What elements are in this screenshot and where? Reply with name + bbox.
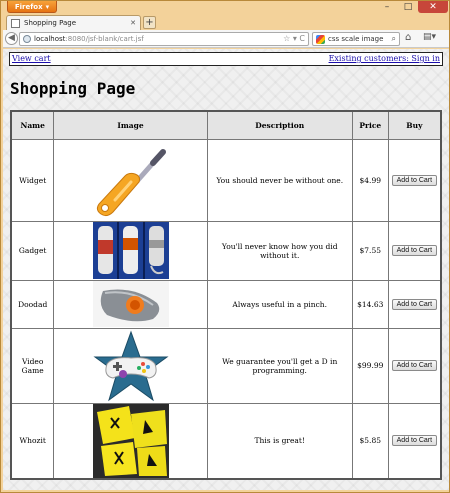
globe-icon (23, 35, 31, 43)
sign-in-link[interactable]: Existing customers: Sign in (329, 54, 440, 63)
table-row: Widget You should never be without one. … (10, 138, 442, 222)
product-name: Gadget (10, 220, 55, 281)
firefox-menu-label: Firefox (14, 2, 43, 11)
buy-cell: Add to Cart (387, 220, 442, 281)
tab-label: Shopping Page (24, 19, 77, 27)
search-icon[interactable]: ⌕ (392, 34, 396, 44)
table-row: Whozit This is great! $5.85 Add to Cart (10, 402, 442, 480)
url-host: localhost (34, 35, 66, 43)
add-to-cart-button[interactable]: Add to Cart (391, 435, 438, 447)
product-image-cell (53, 138, 208, 222)
page-title: Shopping Page (10, 79, 136, 98)
table-row: Gadget You'll never know how you did wit… (10, 220, 442, 281)
header-image: Image (53, 110, 208, 140)
header-buy: Buy (387, 110, 442, 140)
url-path: :8080/jsf-blank/cart.jsf (65, 35, 144, 43)
product-description: Always useful in a pinch. (206, 279, 353, 329)
chevron-down-icon: ▾ (45, 2, 50, 11)
table-header-row: Name Image Description Price Buy (10, 110, 442, 140)
product-price: $4.99 (351, 138, 389, 222)
product-image-cell (53, 279, 208, 329)
doodad-device-image (92, 281, 169, 327)
navigation-bar: ◀ localhost:8080/jsf-blank/cart.jsf ☆ ▾ … (3, 30, 449, 48)
table-row: Video Game We guarantee you'll get a D i… (10, 327, 442, 404)
product-description: You'll never know how you did without it… (206, 220, 353, 281)
add-to-cart-button[interactable]: Add to Cart (391, 298, 438, 310)
buy-cell: Add to Cart (387, 138, 442, 222)
bookmark-star-icon[interactable]: ☆ (283, 34, 290, 43)
product-name: Whozit (10, 402, 55, 480)
add-to-cart-button[interactable]: Add to Cart (391, 245, 438, 256)
product-price: $14.63 (351, 279, 389, 329)
product-price: $7.55 (351, 220, 389, 281)
search-value: css scale image (328, 35, 384, 43)
tab-shopping-page[interactable]: Shopping Page ✕ (6, 15, 141, 30)
url-bar[interactable]: localhost:8080/jsf-blank/cart.jsf ☆ ▾ C (19, 32, 309, 46)
page-content: View cart Existing customers: Sign in Sh… (3, 49, 449, 490)
widget-screwdriver-image (96, 149, 166, 217)
product-description: This is great! (206, 402, 353, 480)
title-bar: Firefox ▾ – □ ✕ (1, 1, 450, 15)
whozit-signs-image (92, 403, 169, 478)
gadget-bottles-image (92, 222, 169, 279)
product-description: We guarantee you'll get a D in programmi… (206, 327, 353, 404)
add-to-cart-button[interactable]: Add to Cart (391, 174, 438, 186)
browser-window: Firefox ▾ – □ ✕ Shopping Page ✕ + ◀ loca… (0, 0, 450, 493)
video-game-star-image (92, 330, 169, 401)
new-tab-button[interactable]: + (143, 16, 156, 29)
table-row: Doodad Always useful in a pinch. $14.63 (10, 279, 442, 329)
tab-strip: Shopping Page ✕ + (1, 15, 450, 30)
view-cart-link[interactable]: View cart (12, 54, 51, 63)
header-name: Name (10, 110, 55, 140)
product-price: $99.99 (351, 327, 389, 404)
product-name: Widget (10, 138, 55, 222)
header-price: Price (351, 110, 389, 140)
reload-icon[interactable]: C (299, 34, 305, 43)
buy-cell: Add to Cart (387, 327, 442, 404)
close-tab-icon[interactable]: ✕ (130, 19, 136, 27)
product-price: $5.85 (351, 402, 389, 480)
bookmarks-menu-icon[interactable]: ▤▾ (423, 32, 436, 42)
header-description: Description (206, 110, 353, 140)
product-description: You should never be without one. (206, 138, 353, 222)
product-image-cell (53, 402, 208, 480)
google-engine-icon[interactable] (316, 34, 325, 44)
minimize-button[interactable]: – (376, 1, 398, 13)
firefox-menu-button[interactable]: Firefox ▾ (7, 1, 57, 13)
page-favicon-icon (11, 18, 20, 28)
buy-cell: Add to Cart (387, 279, 442, 329)
product-name: Doodad (10, 279, 55, 329)
search-bar[interactable]: css scale image ⌕ (312, 32, 400, 46)
top-link-bar: View cart Existing customers: Sign in (9, 52, 443, 66)
maximize-button[interactable]: □ (398, 1, 418, 13)
close-window-button[interactable]: ✕ (418, 1, 448, 13)
product-table: Name Image Description Price Buy Widget (10, 110, 442, 480)
product-image-cell (53, 327, 208, 404)
product-name: Video Game (10, 327, 55, 404)
back-button[interactable]: ◀ (5, 32, 18, 45)
dropdown-arrow-icon[interactable]: ▾ (293, 34, 297, 43)
product-image-cell (53, 220, 208, 281)
buy-cell: Add to Cart (387, 402, 442, 480)
add-to-cart-button[interactable]: Add to Cart (391, 360, 438, 371)
home-icon[interactable]: ⌂ (405, 32, 411, 43)
